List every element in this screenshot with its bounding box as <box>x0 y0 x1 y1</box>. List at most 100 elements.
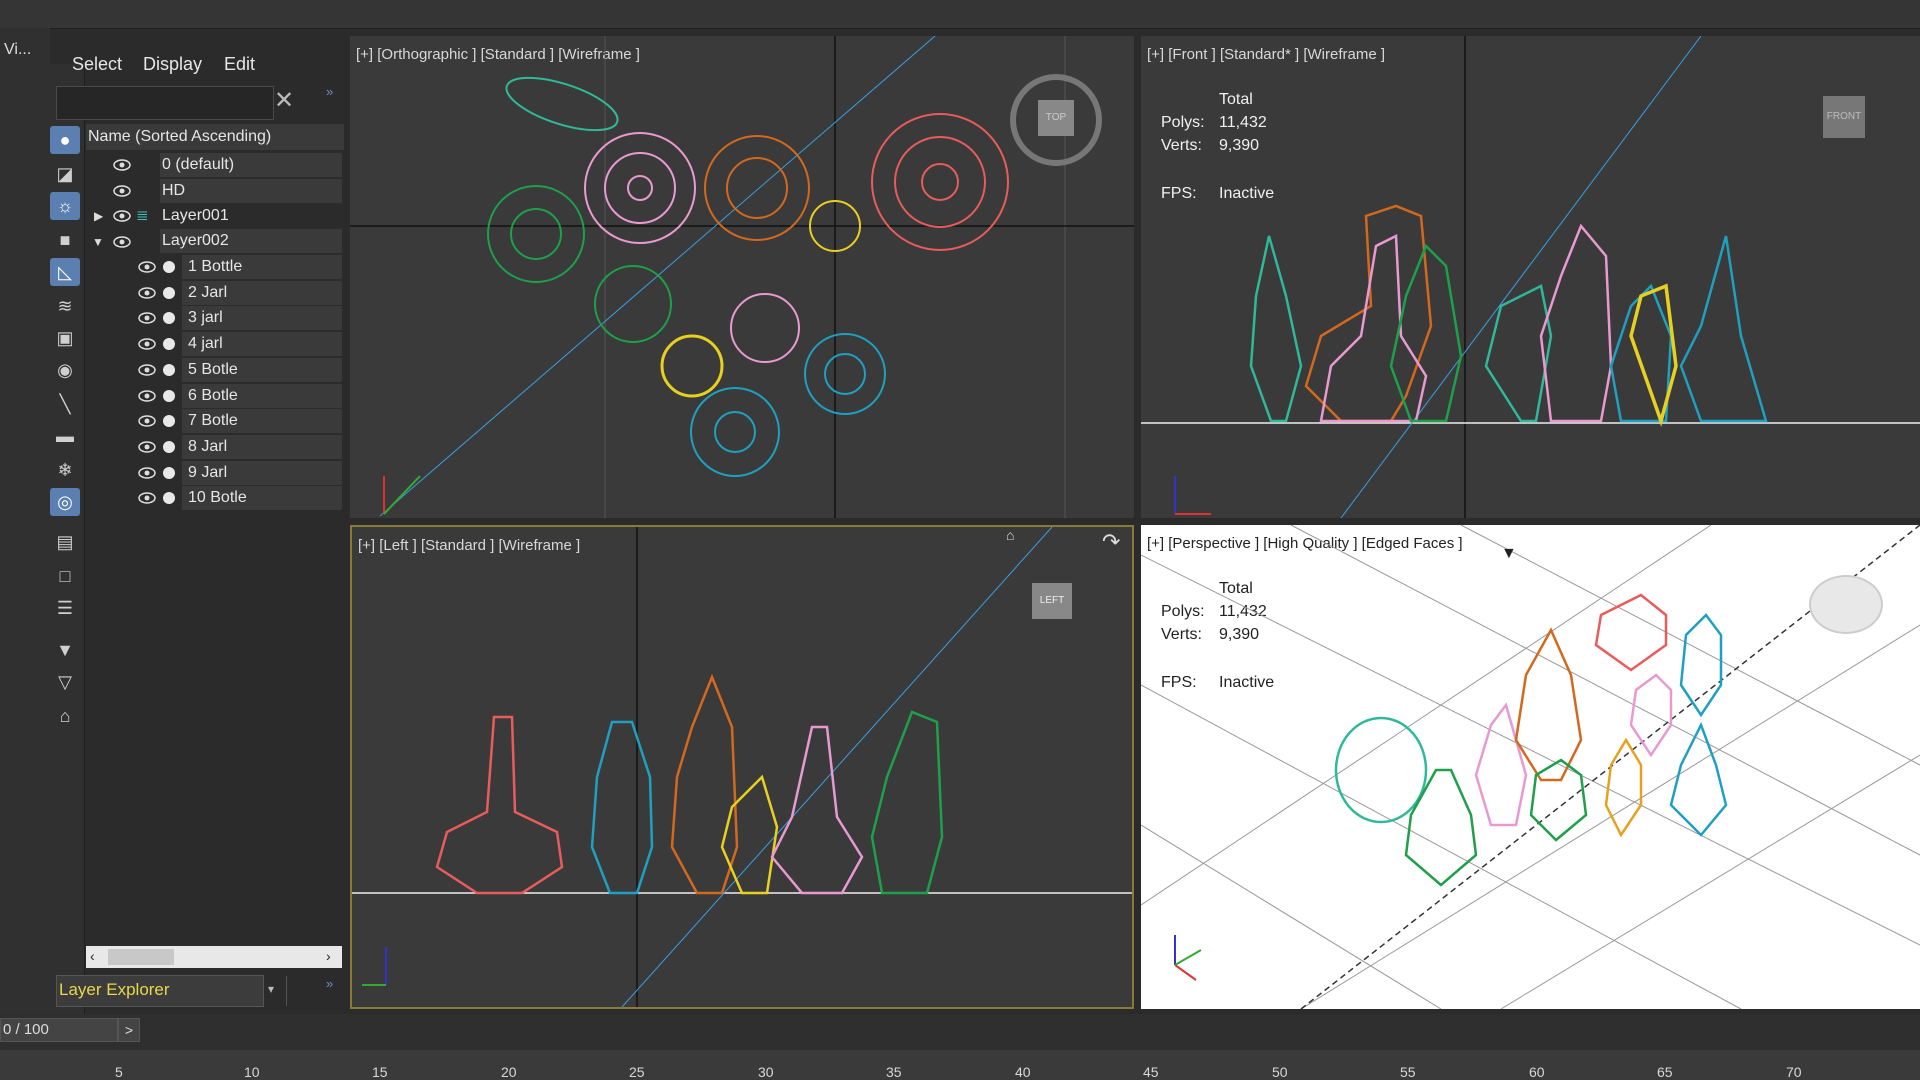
helpers-icon[interactable]: ◺ <box>50 258 80 286</box>
viewport-top[interactable]: [+] [Orthographic ] [Standard ] [Wirefra… <box>350 36 1134 518</box>
doc-icon[interactable]: ▤ <box>50 528 80 556</box>
filter-icon[interactable]: ▼ <box>1501 545 1517 563</box>
menu-stub-label: Vi... <box>4 41 32 58</box>
menu-display[interactable]: Display <box>143 54 202 75</box>
expand-chevron-icon[interactable]: » <box>326 84 333 99</box>
timeline-tick-label: 20 <box>501 1064 517 1080</box>
object-dot-icon <box>163 287 175 299</box>
dropdown-caret-icon[interactable]: ▾ <box>268 982 274 996</box>
timeline-tick-label: 35 <box>886 1064 902 1080</box>
object-row[interactable]: 1 Bottle <box>188 255 242 279</box>
visibility-eye-icon[interactable] <box>138 415 156 427</box>
layer-row-default[interactable]: 0 (default) <box>162 153 234 177</box>
viewport-front[interactable]: [+] [Front ] [Standard* ] [Wireframe ] T… <box>1141 36 1920 518</box>
visibility-eye-icon[interactable] <box>138 261 156 273</box>
viewport-perspective[interactable]: [+] [Perspective ] [High Quality ] [Edge… <box>1141 525 1920 1009</box>
horizontal-scrollbar[interactable]: ‹ › <box>86 946 342 968</box>
visibility-eye-icon[interactable] <box>113 210 131 222</box>
viewcube-compass[interactable]: TOP <box>1010 74 1102 166</box>
lights-icon[interactable]: ☼ <box>50 192 80 220</box>
collapse-chevron-icon[interactable]: » <box>326 976 333 991</box>
visibility-eye-icon[interactable] <box>113 236 131 248</box>
timeline-tick-label: 10 <box>244 1064 260 1080</box>
visibility-eye-icon[interactable] <box>138 312 156 324</box>
scroll-left-icon[interactable]: ‹ <box>90 948 95 964</box>
visibility-eye-icon[interactable] <box>138 441 156 453</box>
spacewarps-icon[interactable]: ≋ <box>50 292 80 320</box>
object-dot-icon <box>163 261 175 273</box>
home-icon[interactable]: ⌂ <box>1006 527 1014 543</box>
timeline-tick-label: 40 <box>1015 1064 1031 1080</box>
object-row[interactable]: 9 Jarl <box>188 461 227 485</box>
object-dot-icon <box>163 467 175 479</box>
layer-folder-icon[interactable]: ⌂ <box>50 702 80 730</box>
visibility-eye-icon[interactable] <box>138 492 156 504</box>
object-row[interactable]: 6 Botle <box>188 384 238 408</box>
timeline-tick-label: 15 <box>372 1064 388 1080</box>
object-row[interactable]: 4 jarl <box>188 332 223 356</box>
geometry-icon[interactable]: ◪ <box>50 160 80 188</box>
clear-search-icon[interactable]: ✕ <box>274 86 294 115</box>
object-dot-icon <box>163 441 175 453</box>
object-row[interactable]: 5 Botle <box>188 358 238 382</box>
explorer-type-dropdown[interactable]: Layer Explorer <box>56 975 264 1007</box>
blank-doc-icon[interactable]: □ <box>50 562 80 590</box>
object-dot-icon <box>163 312 175 324</box>
object-dot-icon <box>163 364 175 376</box>
object-row[interactable]: 2 Jarl <box>188 281 227 305</box>
expand-triangle-icon[interactable]: ▶ <box>94 209 103 223</box>
timeline-tick-label: 30 <box>758 1064 774 1080</box>
timeline-ruler[interactable] <box>0 1050 1920 1080</box>
viewcube-perspective[interactable] <box>1809 575 1883 634</box>
visibility-eye-icon[interactable] <box>138 390 156 402</box>
visibility-eye-icon[interactable] <box>138 364 156 376</box>
object-dot-icon <box>163 338 175 350</box>
object-row[interactable]: 10 Botle <box>188 486 247 510</box>
list-doc-icon[interactable]: ☰ <box>50 594 80 622</box>
timeline-tick-label: 50 <box>1272 1064 1288 1080</box>
xrefs-icon[interactable]: ◉ <box>50 356 80 384</box>
layer-row-layer002[interactable]: Layer002 <box>162 229 229 253</box>
camera-icon[interactable]: ■ <box>50 226 80 254</box>
object-row[interactable]: 7 Botle <box>188 409 238 433</box>
visibility-eye-icon[interactable] <box>138 338 156 350</box>
viewport-left[interactable]: [+] [Left ] [Standard ] [Wireframe ] LEF… <box>350 525 1134 1009</box>
menu-edit[interactable]: Edit <box>224 54 255 75</box>
timeline-tick-label: 65 <box>1657 1064 1673 1080</box>
layer-row-hd[interactable]: HD <box>162 179 185 203</box>
timeline-tick-label: 70 <box>1786 1064 1802 1080</box>
timeline-tick-label: 5 <box>115 1064 123 1080</box>
hidden-icon[interactable]: ◎ <box>50 488 80 516</box>
scroll-thumb[interactable] <box>108 949 174 965</box>
visibility-eye-icon[interactable] <box>138 287 156 299</box>
object-row[interactable]: 8 Jarl <box>188 435 227 459</box>
scroll-right-icon[interactable]: › <box>326 948 331 964</box>
filter-icon[interactable]: ▽ <box>50 668 80 696</box>
container-icon[interactable]: ▬ <box>50 422 80 450</box>
visibility-eye-icon[interactable] <box>138 467 156 479</box>
viewcube-left-face[interactable]: LEFT <box>1032 583 1072 619</box>
search-input[interactable] <box>56 86 274 120</box>
collapse-triangle-icon[interactable]: ▼ <box>92 235 104 249</box>
object-row[interactable]: 3 jarl <box>188 306 223 330</box>
layer-stack-icon: ≣ <box>136 207 149 224</box>
orbit-arrow-icon[interactable]: ↷ <box>1102 529 1120 555</box>
frozen-icon[interactable]: ❄ <box>50 456 80 484</box>
groups-icon[interactable]: ▣ <box>50 324 80 352</box>
explorer-type-label: Layer Explorer <box>59 980 170 999</box>
menu-select[interactable]: Select <box>72 54 122 75</box>
visibility-eye-icon[interactable] <box>113 185 131 197</box>
layer-row-layer001[interactable]: Layer001 <box>162 204 229 228</box>
viewport-menu-stub[interactable]: Vi... <box>0 28 50 64</box>
next-frame-button[interactable]: > <box>118 1018 140 1042</box>
viewcube-top-face[interactable]: TOP <box>1038 100 1074 136</box>
timeline-tick-label: 25 <box>629 1064 645 1080</box>
column-header[interactable]: Name (Sorted Ascending) <box>86 124 344 150</box>
bone-icon[interactable]: ╲ <box>50 390 80 418</box>
visibility-eye-icon[interactable] <box>113 159 131 171</box>
frame-slider[interactable]: 0 / 100 <box>0 1018 118 1042</box>
filter-add-icon[interactable]: ▼ <box>50 636 80 664</box>
display-all-icon[interactable]: ● <box>50 126 80 154</box>
timeline-tick-label: 55 <box>1400 1064 1416 1080</box>
viewcube-front-face[interactable]: FRONT <box>1823 96 1865 138</box>
